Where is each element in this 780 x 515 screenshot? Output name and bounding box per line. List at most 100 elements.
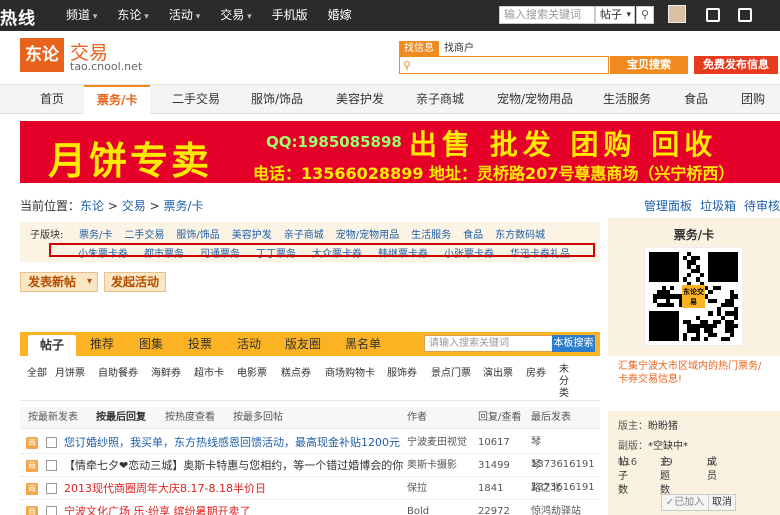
sub-board-link[interactable]: 服饰/饰品: [176, 226, 219, 241]
tab-gallery[interactable]: 图集: [139, 332, 163, 356]
nav-life-services[interactable]: 生活服务: [603, 85, 651, 114]
settings-icon[interactable]: [738, 8, 752, 22]
nav-second-hand[interactable]: 二手交易: [172, 85, 220, 114]
category-link[interactable]: 房券: [526, 364, 546, 379]
category-link[interactable]: 演出票: [483, 364, 513, 379]
brand-logo[interactable]: 东论: [20, 38, 64, 72]
row-checkbox[interactable]: [46, 437, 57, 448]
new-post-button[interactable]: 发表新帖: [20, 272, 98, 292]
user-avatar[interactable]: [668, 5, 686, 23]
post-last[interactable]: 路之北: [531, 478, 561, 500]
nav-group-buy[interactable]: 团购: [741, 85, 765, 114]
nav-kids[interactable]: 亲子商城: [416, 85, 464, 114]
post-title[interactable]: 2013现代商圈周年大庆8.17-8.18半价日: [64, 478, 266, 500]
nav-clothing[interactable]: 服饰/饰品: [251, 85, 303, 114]
tab-friends[interactable]: 版友圈: [285, 332, 321, 356]
post-author[interactable]: Bold: [407, 501, 429, 515]
category-link[interactable]: 服饰券: [387, 364, 417, 379]
top-nav-forum[interactable]: 东论: [107, 0, 158, 31]
tab-blacklist[interactable]: 黑名单: [345, 332, 381, 356]
sort-hot[interactable]: 按热度查看: [165, 407, 215, 429]
ad-banner[interactable]: 月饼专卖 QQ:1985085898 出售 批发 团购 回收 电话：135660…: [20, 121, 780, 183]
joined-button[interactable]: ✓已加入: [661, 494, 709, 511]
tab-recommend[interactable]: 推荐: [90, 332, 114, 356]
edit-icon[interactable]: [706, 8, 720, 22]
free-post-button[interactable]: 免费发布信息: [694, 56, 778, 74]
top-nav-wedding[interactable]: 婚嫁: [318, 0, 362, 31]
category-link[interactable]: 糕点券: [281, 364, 311, 379]
sub-board-link[interactable]: 宠物/宠物用品: [336, 226, 399, 241]
sub-board-link[interactable]: 亲子商城: [284, 226, 324, 241]
qr-module: [725, 324, 730, 329]
sub-board-link[interactable]: 食品: [463, 226, 483, 241]
nav-pets[interactable]: 宠物/宠物用品: [497, 85, 573, 114]
sort-newest[interactable]: 按最新发表: [28, 407, 78, 429]
row-checkbox[interactable]: [46, 460, 57, 471]
qr-module: [682, 336, 688, 341]
sub-board-link[interactable]: 美容护发: [232, 226, 272, 241]
post-title[interactable]: 宁波文化广场 乐·纷享 缤纷暑期开卖了: [64, 501, 251, 515]
category-link[interactable]: 海鲜券: [151, 364, 181, 379]
category-link[interactable]: 电影票: [237, 364, 267, 379]
new-activity-button[interactable]: 发起活动: [104, 272, 166, 292]
pending-review-link[interactable]: 待审核: [744, 197, 780, 214]
board-search-input[interactable]: 请输入搜索关键词: [424, 335, 570, 352]
category-link[interactable]: 超市卡: [194, 364, 224, 379]
qr-module: [687, 328, 692, 333]
post-author[interactable]: 宁波麦田视觉: [407, 432, 467, 454]
category-link[interactable]: 景点门票: [431, 364, 471, 379]
search-tab-merchant[interactable]: 找商户: [439, 41, 479, 56]
search-tab-info[interactable]: 找信息: [399, 41, 439, 56]
category-link[interactable]: 自助餐券: [98, 364, 138, 379]
top-nav-channel[interactable]: 频道: [56, 0, 107, 31]
category-link[interactable]: 商场购物卡: [325, 364, 375, 379]
top-search-input[interactable]: 输入搜索关键词: [499, 6, 595, 24]
site-logo[interactable]: 热线: [0, 4, 36, 29]
row-checkbox[interactable]: [46, 483, 57, 494]
qr-module: [712, 324, 717, 329]
board-search-button[interactable]: 本板搜索: [552, 335, 595, 352]
post-title[interactable]: 您订婚纱照，我买单，东方热线感恩回馈活动，最高现金补贴1200元: [64, 432, 400, 454]
sub-board-link[interactable]: 票务/卡: [79, 226, 112, 241]
top-search-type-select[interactable]: 帖子: [595, 6, 635, 24]
breadcrumb-item-tickets[interactable]: 票务/卡: [163, 199, 203, 213]
post-last[interactable]: 惊鸿劫驿站: [531, 501, 581, 515]
qr-module: [725, 298, 730, 303]
breadcrumb-item-forum[interactable]: 东论: [80, 199, 104, 213]
top-nav-activity[interactable]: 活动: [159, 0, 210, 31]
post-author[interactable]: 保拉: [407, 478, 427, 500]
qr-module: [695, 315, 700, 320]
sub-board-link[interactable]: 生活服务: [411, 226, 451, 241]
nav-tickets[interactable]: 票务/卡: [84, 85, 151, 114]
category-uncategorized[interactable]: 未分类: [559, 364, 573, 400]
breadcrumb-item-trade[interactable]: 交易: [122, 199, 146, 213]
top-nav-mobile[interactable]: 手机版: [262, 0, 318, 31]
sub-board-link[interactable]: 东方数码城: [495, 226, 545, 241]
sort-most-replies[interactable]: 按最多回帖: [233, 407, 283, 429]
cancel-button[interactable]: 取消: [708, 494, 736, 511]
category-link[interactable]: 月饼票: [55, 364, 85, 379]
owner-name[interactable]: 盼盼猪: [648, 421, 678, 432]
main-search-input[interactable]: ⚲: [399, 56, 609, 74]
qr-module: [733, 311, 738, 316]
row-checkbox[interactable]: [46, 506, 57, 515]
top-nav-trade[interactable]: 交易: [210, 0, 261, 31]
manage-panel-link[interactable]: 管理面板: [644, 197, 692, 214]
post-title[interactable]: 【情牵七夕❤恋动三城】奥斯卡特惠与您相约，等一个错过婚博会的你: [64, 455, 403, 477]
top-search-button[interactable]: ⚲: [636, 6, 654, 24]
nav-home[interactable]: 首页: [40, 85, 64, 114]
qr-code: 东论交易: [645, 248, 742, 345]
main-search-button[interactable]: 宝贝搜索: [610, 56, 688, 74]
category-all[interactable]: 全部: [27, 364, 47, 379]
qr-module: [691, 328, 696, 333]
tab-activity[interactable]: 活动: [237, 332, 261, 356]
post-author[interactable]: 奥斯卡摄影: [407, 455, 457, 477]
tab-posts[interactable]: 帖子: [28, 335, 77, 356]
qr-module: [653, 298, 658, 303]
trash-link[interactable]: 垃圾箱: [700, 197, 736, 214]
nav-food[interactable]: 食品: [684, 85, 708, 114]
tab-vote[interactable]: 投票: [188, 332, 212, 356]
sort-last-reply[interactable]: 按最后回复: [96, 407, 146, 429]
sub-board-link[interactable]: 二手交易: [124, 226, 164, 241]
nav-beauty[interactable]: 美容护发: [336, 85, 384, 114]
